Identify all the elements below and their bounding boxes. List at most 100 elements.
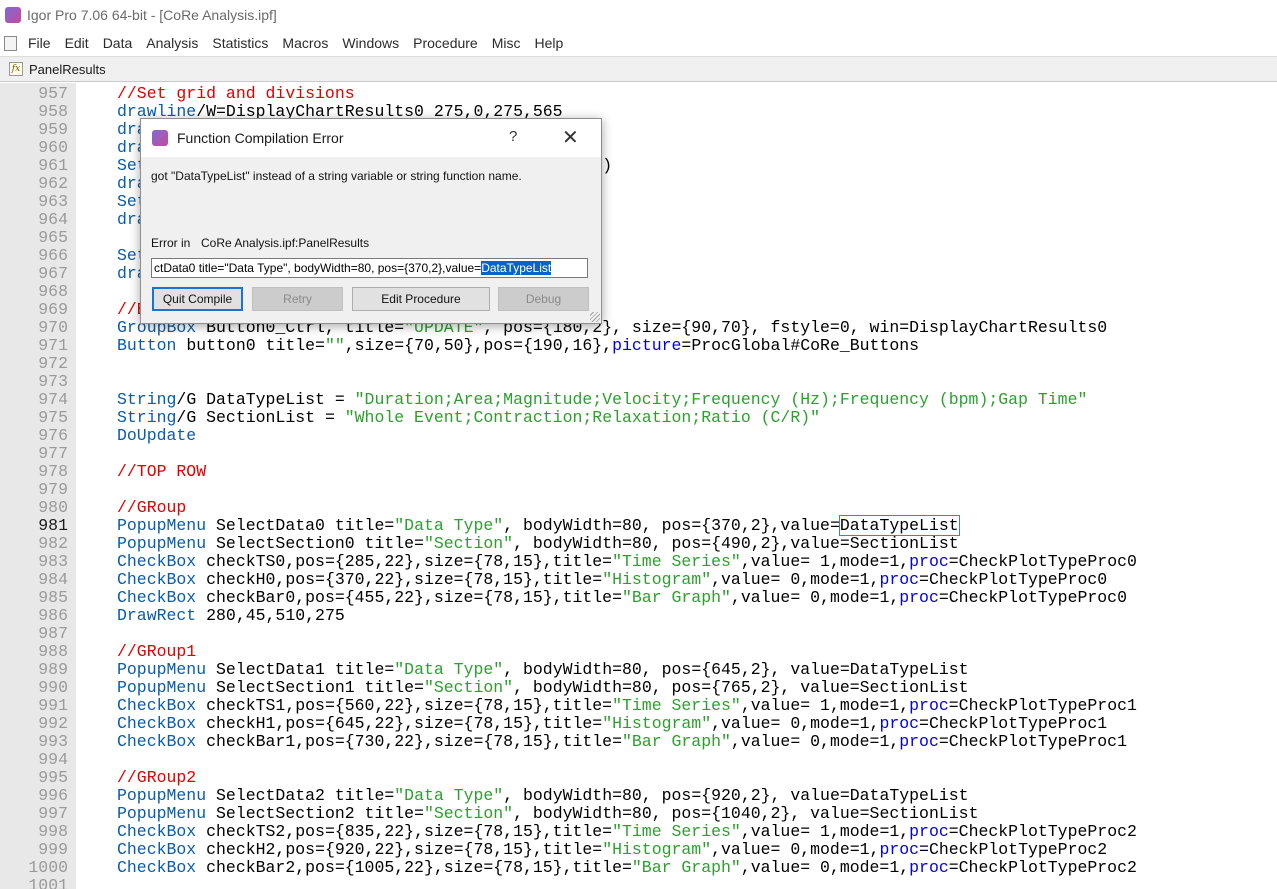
line-number: 974 <box>38 390 68 409</box>
code-line[interactable]: 984 CheckBox checkH0,pos={370,22},size={7… <box>0 571 1277 589</box>
edit-procedure-button[interactable]: Edit Procedure <box>352 287 490 311</box>
code-line[interactable]: 991 CheckBox checkTS1,pos={560,22},size={… <box>0 697 1277 715</box>
menu-statistics[interactable]: Statistics <box>205 30 275 56</box>
code-text: CheckBox checkH0,pos={370,22},size={78,1… <box>117 571 1107 589</box>
code-token: CheckBox <box>117 588 197 607</box>
window-title: Igor Pro 7.06 64-bit - [CoRe Analysis.ip… <box>27 7 277 23</box>
tab-panelresults[interactable]: PanelResults <box>29 62 106 77</box>
code-text: PopupMenu SelectData1 title="Data Type",… <box>117 661 969 679</box>
error-code-line[interactable]: ctData0 title="Data Type", bodyWidth=80,… <box>151 258 588 278</box>
line-number: 982 <box>38 534 68 553</box>
code-token: ,value= 0,mode=1, <box>711 570 880 589</box>
menu-file[interactable]: File <box>21 30 58 56</box>
menu-windows[interactable]: Windows <box>335 30 406 56</box>
code-token: ,value= 0,mode=1, <box>711 840 880 859</box>
code-token: proc <box>909 552 949 571</box>
code-line[interactable]: 983 CheckBox checkTS0,pos={285,22},size={… <box>0 553 1277 571</box>
code-token: proc <box>909 858 949 877</box>
code-token: , bodyWidth=80, pos={645,2}, value=DataT… <box>503 660 969 679</box>
code-token: CheckBox <box>117 696 197 715</box>
code-token: PopupMenu <box>117 678 207 697</box>
code-line[interactable]: 986 DrawRect 280,45,510,275 <box>0 607 1277 625</box>
code-line[interactable]: 971 Button button0 title="",size={70,50},… <box>0 337 1277 355</box>
line-number: 960 <box>38 138 68 157</box>
menu-data[interactable]: Data <box>96 30 140 56</box>
code-line[interactable]: 973 <box>0 373 1277 391</box>
error-code-prefix: ctData0 title="Data Type", bodyWidth=80,… <box>154 261 482 275</box>
code-line[interactable]: 981 PopupMenu SelectData0 title="Data Typ… <box>0 515 1277 536</box>
debug-button[interactable]: Debug <box>498 287 589 311</box>
code-line[interactable]: 979 <box>0 481 1277 499</box>
code-token: , bodyWidth=80, pos={490,2},value=Sectio… <box>513 534 959 553</box>
code-token: checkTS1,pos={560,22},size={78,15},title… <box>196 696 613 715</box>
code-line[interactable]: 980 //GRoup <box>0 499 1277 517</box>
dialog-title: Function Compilation Error <box>177 130 344 146</box>
code-line[interactable]: 997 PopupMenu SelectSection2 title="Secti… <box>0 805 1277 823</box>
retry-button[interactable]: Retry <box>252 287 343 311</box>
menu-analysis[interactable]: Analysis <box>139 30 205 56</box>
code-token: ,value= 0,mode=1, <box>740 858 910 877</box>
code-line[interactable]: 987 <box>0 625 1277 643</box>
code-line[interactable]: 977 <box>0 445 1277 463</box>
code-line[interactable]: 998 CheckBox checkTS2,pos={835,22},size={… <box>0 823 1277 841</box>
code-line[interactable]: 972 <box>0 355 1277 373</box>
code-line[interactable]: 1001 <box>0 877 1277 889</box>
function-compilation-error-dialog: Function Compilation Error ? ✕ got "Data… <box>140 118 602 324</box>
menu-misc[interactable]: Misc <box>485 30 528 56</box>
code-line[interactable]: 982 PopupMenu SelectSection0 title="Secti… <box>0 535 1277 553</box>
close-icon[interactable]: ✕ <box>562 125 579 150</box>
code-token: SelectSection2 title= <box>206 804 424 823</box>
code-token: =CheckPlotTypeProc2 <box>948 822 1137 841</box>
code-line[interactable]: 994 <box>0 751 1277 769</box>
code-line[interactable]: 988 //GRoup1 <box>0 643 1277 661</box>
code-line[interactable]: 993 CheckBox checkBar1,pos={730,22},size=… <box>0 733 1277 751</box>
code-token: checkBar2,pos={1005,22},size={78,15},tit… <box>196 858 632 877</box>
code-token: /G SectionList = <box>176 408 345 427</box>
code-line[interactable]: 995 //GRoup2 <box>0 769 1277 787</box>
code-line[interactable]: 975 String/G SectionList = "Whole Event;C… <box>0 409 1277 427</box>
code-token: proc <box>909 696 949 715</box>
code-line[interactable]: 985 CheckBox checkBar0,pos={455,22},size=… <box>0 589 1277 607</box>
code-line[interactable]: 974 String/G DataTypeList = "Duration;Are… <box>0 391 1277 409</box>
code-token: checkTS0,pos={285,22},size={78,15},title… <box>196 552 613 571</box>
code-token: String <box>117 390 177 409</box>
code-line[interactable]: 989 PopupMenu SelectData1 title="Data Typ… <box>0 661 1277 679</box>
code-text: PopupMenu SelectData0 title="Data Type",… <box>117 515 960 536</box>
help-icon[interactable]: ? <box>509 128 517 145</box>
menu-bar: File Edit Data Analysis Statistics Macro… <box>0 30 1277 57</box>
quit-compile-button[interactable]: Quit Compile <box>152 287 243 311</box>
code-token: "Duration;Area;Magnitude;Velocity;Freque… <box>354 390 1088 409</box>
code-line[interactable]: 992 CheckBox checkH1,pos={645,22},size={7… <box>0 715 1277 733</box>
code-line[interactable]: 999 CheckBox checkH2,pos={920,22},size={7… <box>0 841 1277 859</box>
igor-app-icon <box>5 7 21 23</box>
code-token: picture <box>612 336 682 355</box>
line-number: 1001 <box>28 876 68 889</box>
menu-help[interactable]: Help <box>528 30 571 56</box>
code-line[interactable]: 990 PopupMenu SelectSection1 title="Secti… <box>0 679 1277 697</box>
menu-macros[interactable]: Macros <box>275 30 335 56</box>
code-line[interactable]: 978 //TOP ROW <box>0 463 1277 481</box>
code-token: "" <box>324 336 345 355</box>
line-number: 958 <box>38 102 68 121</box>
line-number: 987 <box>38 624 68 643</box>
code-token: CheckBox <box>117 822 197 841</box>
menu-procedure[interactable]: Procedure <box>406 30 485 56</box>
line-number: 967 <box>38 264 68 283</box>
document-icon[interactable] <box>4 35 17 51</box>
error-message: got "DataTypeList" instead of a string v… <box>151 169 522 183</box>
igor-app-icon <box>152 130 168 146</box>
line-number: 986 <box>38 606 68 625</box>
menu-edit[interactable]: Edit <box>58 30 96 56</box>
line-number: 975 <box>38 408 68 427</box>
code-token: , bodyWidth=80, pos={765,2}, value=Secti… <box>513 678 969 697</box>
line-number: 999 <box>38 840 68 859</box>
code-line[interactable]: 957 //Set grid and divisions <box>0 85 1277 103</box>
code-line[interactable]: 996 PopupMenu SelectData2 title="Data Typ… <box>0 787 1277 805</box>
code-token: SelectData0 title= <box>206 516 395 535</box>
resize-grip-icon[interactable] <box>590 312 600 322</box>
code-text: Button button0 title="",size={70,50},pos… <box>117 337 919 355</box>
code-line[interactable]: 976 DoUpdate <box>0 427 1277 445</box>
code-line[interactable]: 1000 CheckBox checkBar2,pos={1005,22},siz… <box>0 859 1277 877</box>
code-token: String <box>117 408 177 427</box>
line-number: 966 <box>38 246 68 265</box>
